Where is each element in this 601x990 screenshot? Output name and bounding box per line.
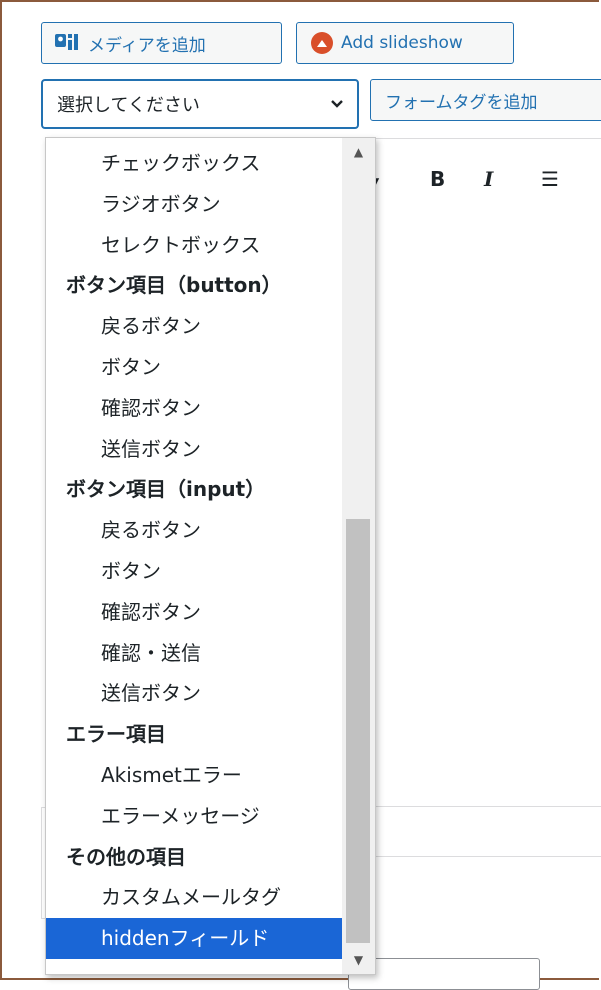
footer-button[interactable] [348, 958, 540, 990]
option-confirm-button-input[interactable]: 確認ボタン [46, 592, 342, 633]
bullet-list-icon[interactable]: ☰ [541, 167, 559, 191]
chevron-down-icon [331, 100, 343, 108]
option-submit-button-input[interactable]: 送信ボタン [46, 673, 342, 714]
add-media-button[interactable]: メディアを追加 [41, 22, 282, 64]
option-back-button[interactable]: 戻るボタン [46, 306, 342, 347]
option-checkbox[interactable]: チェックボックス [46, 143, 342, 184]
form-tag-dropdown-list[interactable]: チェックボックス ラジオボタン セレクトボックス ボタン項目（button） 戻… [45, 137, 376, 975]
option-error-message[interactable]: エラーメッセージ [46, 796, 342, 837]
add-form-tag-label: フォームタグを追加 [385, 92, 538, 113]
add-slideshow-button[interactable]: Add slideshow [296, 22, 514, 64]
editor-toolbar: ▼ B I ☰ [346, 138, 601, 228]
media-icon [55, 34, 78, 50]
option-confirm-submit-input[interactable]: 確認・送信 [46, 633, 342, 674]
add-slideshow-label: Add slideshow [341, 33, 463, 53]
option-button[interactable]: ボタン [46, 347, 342, 388]
option-radio-button[interactable]: ラジオボタン [46, 184, 342, 225]
option-button-input[interactable]: ボタン [46, 551, 342, 592]
slideshow-icon [311, 32, 333, 54]
add-media-label: メディアを追加 [88, 35, 206, 56]
option-custom-mail-tag[interactable]: カスタムメールタグ [46, 877, 342, 918]
optgroup-error-items: エラー項目 [66, 722, 166, 747]
form-tag-select[interactable]: 選択してください [41, 79, 359, 129]
bold-icon[interactable]: B [430, 167, 445, 191]
select-current-value: 選択してください [57, 95, 200, 116]
editor-content-area[interactable] [346, 226, 601, 806]
scroll-up-arrow-icon[interactable]: ▲ [342, 140, 375, 164]
option-back-button-input[interactable]: 戻るボタン [46, 510, 342, 551]
scroll-down-arrow-icon[interactable]: ▼ [342, 948, 375, 972]
option-akismet-error[interactable]: Akismetエラー [46, 755, 342, 796]
option-submit-button[interactable]: 送信ボタン [46, 429, 342, 470]
option-hidden-field[interactable]: hiddenフィールド [46, 918, 342, 959]
add-form-tag-button[interactable]: フォームタグを追加 [370, 79, 601, 121]
dropdown-scrollbar[interactable]: ▲ ▼ [342, 138, 375, 974]
editor-divider [346, 856, 601, 857]
optgroup-other-items: その他の項目 [66, 844, 186, 869]
option-select-box[interactable]: セレクトボックス [46, 225, 342, 266]
optgroup-button-items-button: ボタン項目（button） [66, 273, 282, 298]
optgroup-button-items-input: ボタン項目（input） [66, 477, 266, 502]
editor-divider [346, 806, 601, 807]
dropdown-options: チェックボックス ラジオボタン セレクトボックス ボタン項目（button） 戻… [46, 143, 342, 959]
option-confirm-button[interactable]: 確認ボタン [46, 388, 342, 429]
italic-icon[interactable]: I [484, 167, 493, 191]
scrollbar-thumb[interactable] [346, 519, 370, 943]
